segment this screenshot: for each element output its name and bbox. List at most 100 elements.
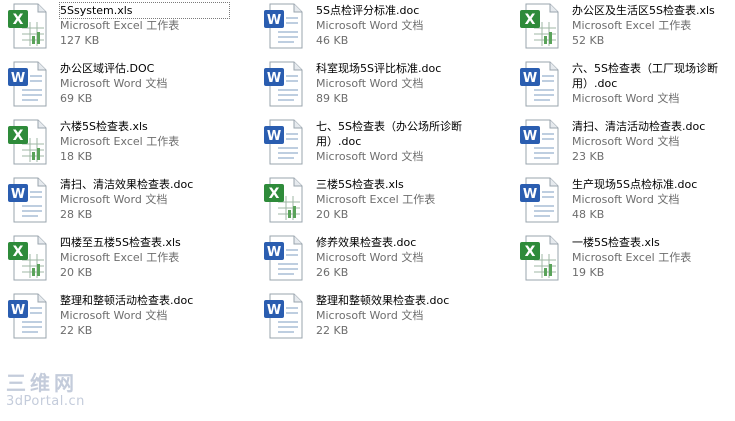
file-info: 清扫、清洁活动检查表.doc Microsoft Word 文档 23 KB	[572, 119, 735, 164]
file-info: 六、5S检查表（工厂现场诊断用）.doc Microsoft Word 文档	[572, 61, 735, 106]
svg-text:W: W	[267, 303, 281, 318]
file-item[interactable]: W 整理和整顿活动检查表.doc Microsoft Word 文档 22 KB	[4, 292, 229, 348]
excel-icon: X	[6, 118, 48, 166]
file-name: 整理和整顿效果检查表.doc	[316, 294, 450, 307]
watermark-site: 3dPortal.cn	[6, 394, 85, 409]
svg-text:W: W	[11, 71, 25, 86]
file-info: 清扫、清洁效果检查表.doc Microsoft Word 文档 28 KB	[60, 177, 229, 222]
file-info: 七、5S检查表（办公场所诊断用）.doc Microsoft Word 文档	[316, 119, 485, 164]
excel-icon: X	[518, 234, 560, 282]
word-icon: W	[262, 60, 304, 108]
file-name: 办公区及生活区5S检查表.xls	[572, 4, 715, 17]
file-size: 127 KB	[60, 34, 100, 47]
file-info: 三楼5S检查表.xls Microsoft Excel 工作表 20 KB	[316, 177, 485, 222]
file-type: Microsoft Excel 工作表	[572, 19, 692, 32]
file-item[interactable]: W 整理和整顿效果检查表.doc Microsoft Word 文档 22 KB	[260, 292, 485, 348]
file-name: 生产现场5S点检标准.doc	[572, 178, 698, 191]
file-item[interactable]: X 5Ssystem.xls Microsoft Excel 工作表 127 KB	[4, 2, 230, 58]
file-info: 5Ssystem.xls Microsoft Excel 工作表 127 KB	[59, 2, 230, 48]
file-item[interactable]: W 清扫、清洁效果检查表.doc Microsoft Word 文档 28 KB	[4, 176, 229, 232]
file-item[interactable]: X 六楼5S检查表.xls Microsoft Excel 工作表 18 KB	[4, 118, 229, 174]
svg-text:W: W	[267, 245, 281, 260]
file-name: 科室现场5S评比标准.doc	[316, 62, 442, 75]
file-item[interactable]: X 四楼至五楼5S检查表.xls Microsoft Excel 工作表 20 KB	[4, 234, 229, 290]
svg-text:X: X	[13, 12, 24, 28]
word-icon: W	[262, 2, 304, 50]
file-type: Microsoft Word 文档	[316, 19, 424, 32]
file-size: 52 KB	[572, 34, 605, 47]
file-item[interactable]: W 修养效果检查表.doc Microsoft Word 文档 26 KB	[260, 234, 485, 290]
excel-icon: X	[6, 2, 48, 50]
file-info: 修养效果检查表.doc Microsoft Word 文档 26 KB	[316, 235, 485, 280]
file-name: 清扫、清洁效果检查表.doc	[60, 178, 194, 191]
file-name: 整理和整顿活动检查表.doc	[60, 294, 194, 307]
file-name: 清扫、清洁活动检查表.doc	[572, 120, 706, 133]
file-item[interactable]: X 办公区及生活区5S检查表.xls Microsoft Excel 工作表 52 K…	[516, 2, 735, 58]
word-icon: W	[262, 292, 304, 340]
file-size: 18 KB	[60, 150, 93, 163]
file-size: 28 KB	[60, 208, 93, 221]
file-name: 办公区域评估.DOC	[60, 62, 155, 75]
file-name: 六楼5S检查表.xls	[60, 120, 148, 133]
svg-text:W: W	[267, 71, 281, 86]
file-item[interactable]: W 生产现场5S点检标准.doc Microsoft Word 文档 48 KB	[516, 176, 735, 232]
file-type: Microsoft Word 文档	[316, 309, 424, 322]
file-item[interactable]: W 六、5S检查表（工厂现场诊断用）.doc Microsoft Word 文档	[516, 60, 735, 116]
file-name: 一楼5S检查表.xls	[572, 236, 660, 249]
file-name: 四楼至五楼5S检查表.xls	[60, 236, 181, 249]
word-icon: W	[518, 118, 560, 166]
svg-text:W: W	[267, 129, 281, 144]
svg-text:W: W	[523, 129, 537, 144]
file-name: 5S点检评分标准.doc	[316, 4, 420, 17]
file-size: 19 KB	[572, 266, 605, 279]
file-name: 七、5S检查表（办公场所诊断用）.doc	[316, 120, 462, 148]
file-item[interactable]: W 科室现场5S评比标准.doc Microsoft Word 文档 89 KB	[260, 60, 485, 116]
file-size: 69 KB	[60, 92, 93, 105]
file-type: Microsoft Word 文档	[60, 309, 168, 322]
file-item[interactable]: X 三楼5S检查表.xls Microsoft Excel 工作表 20 KB	[260, 176, 485, 232]
file-name: 修养效果检查表.doc	[316, 236, 417, 249]
file-type: Microsoft Word 文档	[60, 77, 168, 90]
svg-text:W: W	[11, 187, 25, 202]
svg-text:X: X	[525, 244, 536, 260]
file-info: 5S点检评分标准.doc Microsoft Word 文档 46 KB	[316, 3, 485, 48]
file-item[interactable]: W 清扫、清洁活动检查表.doc Microsoft Word 文档 23 KB	[516, 118, 735, 174]
word-icon: W	[518, 176, 560, 224]
word-icon: W	[6, 176, 48, 224]
excel-icon: X	[262, 176, 304, 224]
file-info: 四楼至五楼5S检查表.xls Microsoft Excel 工作表 20 KB	[60, 235, 229, 280]
file-type: Microsoft Excel 工作表	[572, 251, 692, 264]
file-grid: X 5Ssystem.xls Microsoft Excel 工作表 127 KB W 5…	[0, 0, 735, 421]
file-item[interactable]: W 5S点检评分标准.doc Microsoft Word 文档 46 KB	[260, 2, 485, 58]
word-icon: W	[262, 234, 304, 282]
file-size: 20 KB	[60, 266, 93, 279]
file-size: 22 KB	[316, 324, 349, 337]
watermark-logo: 三维网 3dPortal.cn	[6, 372, 106, 416]
file-info: 办公区及生活区5S检查表.xls Microsoft Excel 工作表 52 KB	[572, 3, 735, 48]
file-item[interactable]: X 一楼5S检查表.xls Microsoft Excel 工作表 19 KB	[516, 234, 735, 290]
file-size: 46 KB	[316, 34, 349, 47]
file-size: 23 KB	[572, 150, 605, 163]
file-item[interactable]: W 办公区域评估.DOC Microsoft Word 文档 69 KB	[4, 60, 229, 116]
watermark-text: 三维网	[6, 371, 78, 395]
file-name: 六、5S检查表（工厂现场诊断用）.doc	[572, 62, 718, 90]
file-info: 科室现场5S评比标准.doc Microsoft Word 文档 89 KB	[316, 61, 485, 106]
file-size: 48 KB	[572, 208, 605, 221]
file-info: 一楼5S检查表.xls Microsoft Excel 工作表 19 KB	[572, 235, 735, 280]
svg-text:X: X	[13, 244, 24, 260]
file-item[interactable]: W 七、5S检查表（办公场所诊断用）.doc Microsoft Word 文档	[260, 118, 485, 174]
file-type: Microsoft Word 文档	[572, 193, 680, 206]
svg-text:X: X	[269, 186, 280, 202]
excel-icon: X	[518, 2, 560, 50]
word-icon: W	[6, 292, 48, 340]
file-name: 三楼5S检查表.xls	[316, 178, 404, 191]
file-size: 20 KB	[316, 208, 349, 221]
file-type: Microsoft Excel 工作表	[316, 193, 436, 206]
file-size: 89 KB	[316, 92, 349, 105]
svg-text:X: X	[525, 12, 536, 28]
file-type: Microsoft Word 文档	[316, 77, 424, 90]
file-name: 5Ssystem.xls	[59, 2, 230, 19]
file-type: Microsoft Word 文档	[316, 251, 424, 264]
file-type: Microsoft Excel 工作表	[60, 135, 180, 148]
file-type: Microsoft Word 文档	[316, 150, 424, 163]
